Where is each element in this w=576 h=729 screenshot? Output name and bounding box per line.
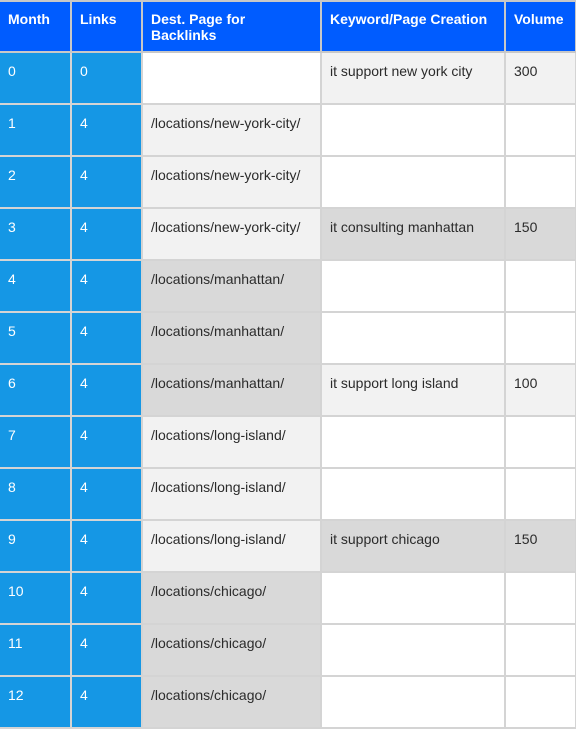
links-cell: 4 [70,363,143,417]
table-row: 11 4/locations/chicago/ [0,623,576,677]
keyword-cell [320,259,506,313]
volume-cell: 150 [504,519,576,573]
header-volume: Volume [504,0,576,53]
volume-cell [504,311,576,365]
keyword-cell [320,415,506,469]
table-row: 9 4/locations/long-island/it support chic… [0,519,576,573]
month-cell: 10 [0,571,72,625]
links-cell: 4 [70,519,143,573]
volume-cell: 300 [504,51,576,105]
dest-page-cell: /locations/manhattan/ [141,363,322,417]
links-cell: 4 [70,259,143,313]
table-row: 0 0 it support new york city 300 [0,51,576,105]
dest-page-cell: /locations/manhattan/ [141,311,322,365]
header-dest-page: Dest. Page for Backlinks [141,0,322,53]
keyword-cell: it support long island [320,363,506,417]
table-row: 2 4/locations/new-york-city/ [0,155,576,209]
month-cell: 11 [0,623,72,677]
month-cell: 2 [0,155,72,209]
volume-cell [504,467,576,521]
table-row: 10 4/locations/chicago/ [0,571,576,625]
links-cell: 4 [70,467,143,521]
volume-cell [504,675,576,729]
dest-page-cell: /locations/long-island/ [141,415,322,469]
keyword-cell [320,571,506,625]
backlink-schedule-table: Month Links Dest. Page for Backlinks Key… [0,0,576,729]
table-row: 8 4/locations/long-island/ [0,467,576,521]
dest-page-cell: /locations/new-york-city/ [141,155,322,209]
links-cell: 4 [70,311,143,365]
links-cell: 4 [70,207,143,261]
volume-cell [504,415,576,469]
dest-page-cell: /locations/chicago/ [141,623,322,677]
header-links: Links [70,0,143,53]
table-row: 7 4/locations/long-island/ [0,415,576,469]
dest-page-cell: /locations/chicago/ [141,675,322,729]
volume-cell: 100 [504,363,576,417]
keyword-cell: it consulting manhattan [320,207,506,261]
dest-page-cell: /locations/new-york-city/ [141,207,322,261]
dest-page-cell: /locations/new-york-city/ [141,103,322,157]
dest-page-cell: /locations/long-island/ [141,519,322,573]
keyword-cell [320,467,506,521]
links-cell: 4 [70,623,143,677]
links-cell: 4 [70,155,143,209]
header-month: Month [0,0,72,53]
keyword-cell: it support chicago [320,519,506,573]
month-cell: 0 [0,51,72,105]
links-cell: 4 [70,415,143,469]
keyword-cell [320,155,506,209]
keyword-cell [320,623,506,677]
header-keyword: Keyword/Page Creation [320,0,506,53]
dest-page-cell: /locations/manhattan/ [141,259,322,313]
volume-cell: 150 [504,207,576,261]
links-cell: 0 [70,51,143,105]
keyword-cell [320,675,506,729]
keyword-cell [320,103,506,157]
month-cell: 1 [0,103,72,157]
dest-page-cell [141,51,322,105]
month-cell: 3 [0,207,72,261]
volume-cell [504,571,576,625]
month-cell: 12 [0,675,72,729]
header-row: Month Links Dest. Page for Backlinks Key… [0,0,576,53]
keyword-cell: it support new york city [320,51,506,105]
month-cell: 5 [0,311,72,365]
links-cell: 4 [70,571,143,625]
dest-page-cell: /locations/long-island/ [141,467,322,521]
volume-cell [504,623,576,677]
links-cell: 4 [70,103,143,157]
links-cell: 4 [70,675,143,729]
month-cell: 4 [0,259,72,313]
volume-cell [504,259,576,313]
month-cell: 6 [0,363,72,417]
table-row: 5 4/locations/manhattan/ [0,311,576,365]
table-row: 6 4/locations/manhattan/it support long i… [0,363,576,417]
month-cell: 8 [0,467,72,521]
dest-page-cell: /locations/chicago/ [141,571,322,625]
table-row: 4 4/locations/manhattan/ [0,259,576,313]
volume-cell [504,103,576,157]
volume-cell [504,155,576,209]
month-cell: 7 [0,415,72,469]
keyword-cell [320,311,506,365]
table-row: 12 4/locations/chicago/ [0,675,576,729]
month-cell: 9 [0,519,72,573]
table-row: 1 4/locations/new-york-city/ [0,103,576,157]
table-row: 3 4/locations/new-york-city/it consulting… [0,207,576,261]
